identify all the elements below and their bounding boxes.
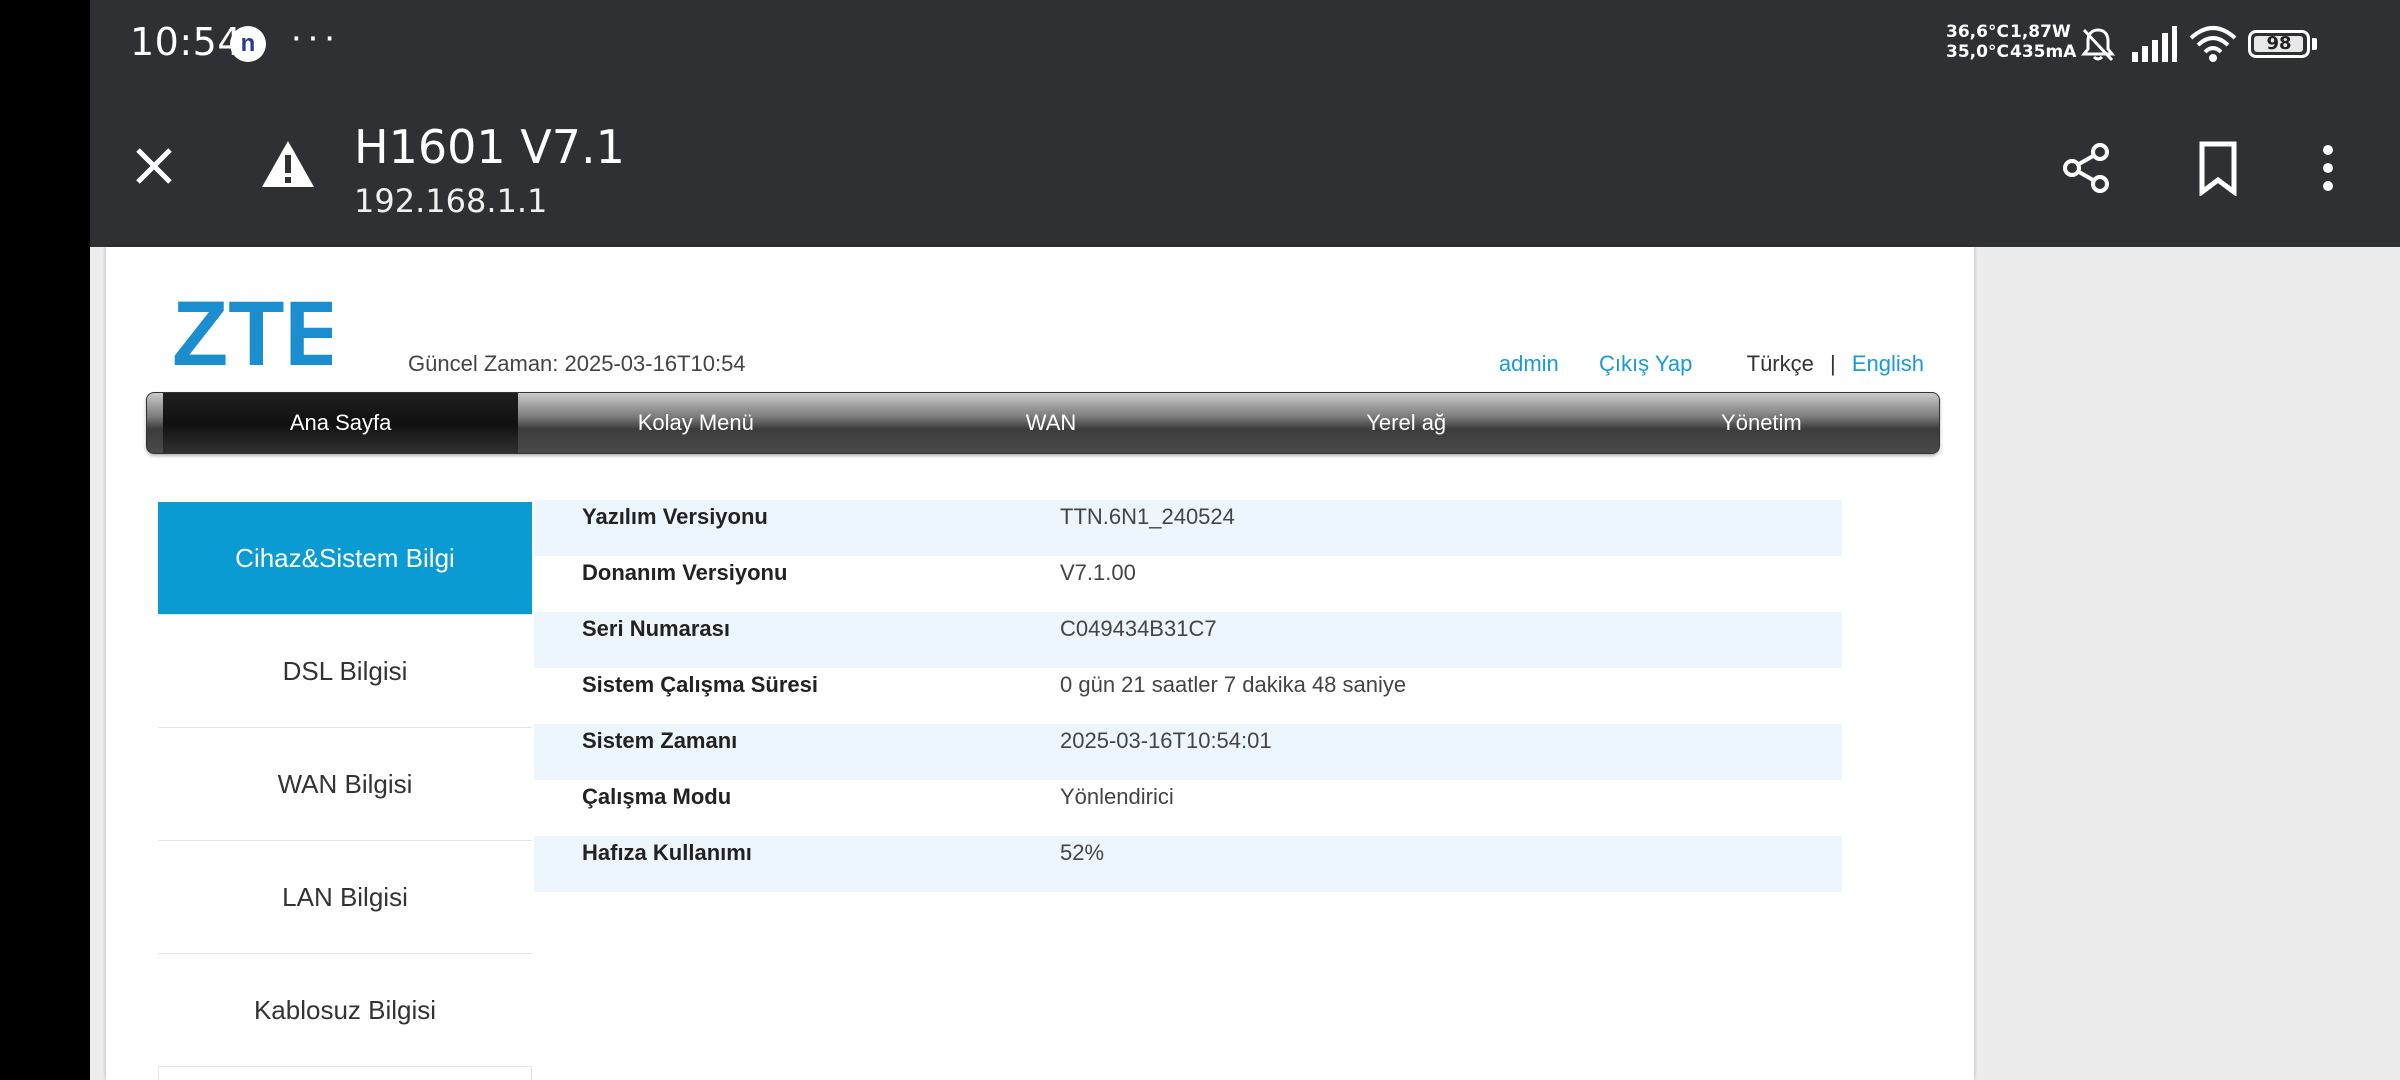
page-title: H1601 V7.1 [354, 120, 625, 174]
info-row-uptime: Sistem Çalışma Süresi 0 gün 21 saatler 7… [534, 668, 1842, 724]
info-key: Seri Numarası [582, 616, 730, 641]
temperature-readout: 36,6°C 35,0°C [1946, 22, 2009, 62]
info-key: Sistem Zamanı [582, 728, 738, 753]
top-links: admin Çıkış Yap Türkçe | English [1499, 351, 1924, 377]
more-vert-icon[interactable] [2318, 140, 2338, 196]
main-nav: Ana Sayfa Kolay Menü WAN Yerel ağ Yöneti… [146, 392, 1940, 454]
temperature-2: 35,0°C [1946, 42, 2009, 62]
info-key: Sistem Çalışma Süresi [582, 672, 819, 697]
power-readout: 1,87W 435mA [2010, 22, 2076, 62]
nav-home[interactable]: Ana Sayfa [163, 393, 519, 453]
nav-local-network[interactable]: Yerel ağ [1229, 393, 1584, 453]
info-key: Yazılım Versiyonu [582, 504, 768, 529]
device-info-table: Yazılım Versiyonu TTN.6N1_240524 Donanım… [534, 500, 1842, 892]
sidebar-item-lan-info[interactable]: LAN Bilgisi [158, 841, 532, 954]
battery-cap [2312, 38, 2317, 50]
page-url[interactable]: 192.168.1.1 [354, 182, 547, 220]
info-row-hardware-version: Donanım Versiyonu V7.1.00 [534, 556, 1842, 612]
status-bar: 10:54 n ··· 36,6°C 35,0°C 1,87W 435mA 98 [90, 0, 2400, 90]
info-row-system-time: Sistem Zamanı 2025-03-16T10:54:01 [534, 724, 1842, 780]
share-icon[interactable] [2058, 140, 2114, 196]
zte-logo: ZTE [172, 291, 332, 371]
sidebar-item-device-info[interactable]: Cihaz&Sistem Bilgi [158, 502, 532, 615]
bell-muted-icon [2080, 28, 2116, 62]
logo-text: ZTE [172, 291, 332, 371]
temperature-1: 36,6°C [1946, 22, 2009, 42]
current-ma: 435mA [2010, 42, 2077, 62]
notification-app-icon: n [230, 26, 266, 62]
close-icon[interactable] [128, 140, 180, 192]
warning-icon[interactable] [260, 138, 316, 190]
info-value: Yönlendirici [1060, 784, 1174, 809]
sidebar: Cihaz&Sistem Bilgi DSL Bilgisi WAN Bilgi… [158, 502, 532, 1067]
info-value: V7.1.00 [1060, 560, 1136, 585]
router-page: ZTE Güncel Zaman: 2025-03-16T10:54 admin… [106, 247, 1974, 1080]
admin-link[interactable]: admin [1499, 351, 1559, 377]
lang-turkish[interactable]: Türkçe [1747, 351, 1814, 377]
info-value: C049434B31C7 [1060, 616, 1217, 641]
current-time: Güncel Zaman: 2025-03-16T10:54 [408, 351, 746, 376]
power-watts: 1,87W [2010, 22, 2071, 42]
phone-screen: 10:54 n ··· 36,6°C 35,0°C 1,87W 435mA 98… [90, 0, 2400, 1080]
clock: 10:54 [130, 20, 243, 64]
more-notifications-icon: ··· [290, 16, 340, 58]
info-value: 0 gün 21 saatler 7 dakika 48 saniye [1060, 672, 1407, 697]
info-row-software-version: Yazılım Versiyonu TTN.6N1_240524 [534, 500, 1842, 556]
nav-easy-menu[interactable]: Kolay Menü [518, 393, 873, 453]
lang-english[interactable]: English [1852, 351, 1924, 377]
info-row-memory-usage: Hafıza Kullanımı 52% [534, 836, 1842, 892]
sidebar-item-wireless-info[interactable]: Kablosuz Bilgisi [158, 954, 532, 1067]
sidebar-item-dsl-info[interactable]: DSL Bilgisi [158, 615, 532, 728]
info-row-operating-mode: Çalışma Modu Yönlendirici [534, 780, 1842, 836]
info-value: 52% [1060, 840, 1105, 865]
info-key: Çalışma Modu [582, 784, 732, 809]
battery-icon: 98 [2248, 30, 2310, 58]
info-row-serial-number: Seri Numarası C049434B31C7 [534, 612, 1842, 668]
info-value: 2025-03-16T10:54:01 [1060, 728, 1272, 753]
nav-wan[interactable]: WAN [873, 393, 1228, 453]
wifi-icon [2189, 26, 2237, 62]
browser-toolbar: H1601 V7.1 192.168.1.1 [90, 90, 2400, 247]
info-key: Donanım Versiyonu [582, 560, 788, 585]
info-value: TTN.6N1_240524 [1060, 504, 1235, 529]
sidebar-item-wan-info[interactable]: WAN Bilgisi [158, 728, 532, 841]
nav-management[interactable]: Yönetim [1584, 393, 1939, 453]
info-key: Hafıza Kullanımı [582, 840, 752, 865]
battery-level: 98 [2266, 33, 2292, 54]
logout-link[interactable]: Çıkış Yap [1599, 351, 1692, 377]
lang-separator: | [1830, 351, 1836, 376]
signal-icon [2132, 26, 2177, 62]
bookmark-icon[interactable] [2196, 140, 2240, 196]
